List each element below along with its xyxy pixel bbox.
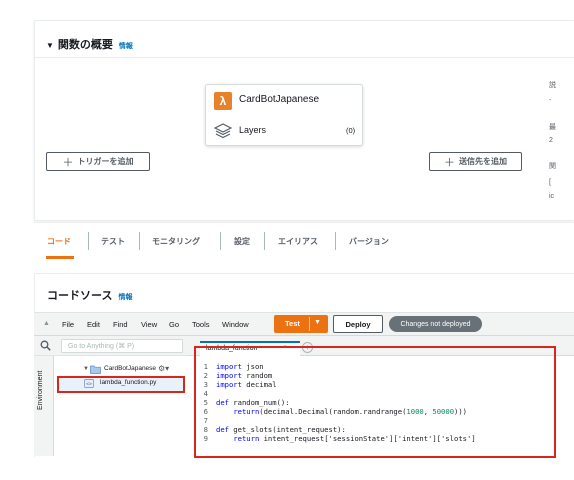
environment-label[interactable]: Environment: [37, 371, 44, 410]
menu-file[interactable]: File: [62, 320, 74, 329]
side-text-fragment: -: [549, 97, 552, 104]
plus-icon: ＋: [444, 156, 455, 169]
tab-separator: [88, 232, 89, 250]
side-text-fragment: [: [549, 179, 551, 186]
tab-separator: [264, 232, 265, 250]
test-button-divider: [309, 317, 310, 331]
lambda-icon: λ: [214, 92, 232, 110]
test-button-label: Test: [285, 319, 300, 328]
folder-label[interactable]: CardBotJapanese: [104, 365, 156, 372]
overview-info-link[interactable]: 情報: [119, 43, 133, 50]
layers-label[interactable]: Layers: [239, 125, 266, 135]
tab-test[interactable]: テスト: [101, 236, 125, 247]
menu-view[interactable]: View: [141, 320, 157, 329]
overview-divider: [34, 57, 574, 58]
menu-go[interactable]: Go: [169, 320, 179, 329]
menu-tools[interactable]: Tools: [192, 320, 210, 329]
svg-text:<>: <>: [86, 382, 92, 388]
menu-find[interactable]: Find: [113, 320, 128, 329]
side-text-fragment: ic: [549, 193, 555, 200]
side-text-fragment: 2: [549, 137, 553, 144]
layers-icon: [214, 123, 232, 139]
caret-down-icon[interactable]: ▼: [46, 41, 54, 50]
tab-separator: [335, 232, 336, 250]
tab-monitoring[interactable]: モニタリング: [152, 236, 200, 247]
search-icon: [40, 340, 51, 351]
code-source-title: コードソース: [47, 290, 113, 302]
tab-separator: [220, 232, 221, 250]
go-to-anything-input[interactable]: [61, 339, 183, 353]
add-destination-button[interactable]: ＋ 送信先を追加: [429, 152, 522, 171]
add-destination-label: 送信先を追加: [459, 157, 507, 166]
folder-icon: [90, 365, 101, 374]
plus-icon: ＋: [62, 156, 74, 169]
tab-code[interactable]: コード: [47, 236, 71, 247]
layers-count: (0): [346, 126, 356, 135]
function-name[interactable]: CardBotJapanese: [239, 94, 319, 105]
overview-header[interactable]: ▼ 関数の概要 情報: [46, 36, 133, 52]
menu-edit[interactable]: Edit: [87, 320, 100, 329]
side-text-fragment: 説: [549, 82, 556, 89]
tab-settings[interactable]: 設定: [234, 236, 250, 247]
status-badge: Changes not deployed: [389, 316, 482, 332]
python-file-icon: <>: [84, 379, 94, 388]
tab-versions[interactable]: バージョン: [349, 236, 389, 247]
add-trigger-label: トリガーを追加: [77, 157, 134, 166]
deploy-button[interactable]: Deploy: [333, 315, 383, 333]
tab-separator: [139, 232, 140, 250]
overview-title: 関数の概要: [57, 39, 113, 51]
side-text-fragment: 最: [549, 124, 556, 131]
code-source-info-link[interactable]: 情報: [118, 294, 132, 301]
menu-window[interactable]: Window: [222, 320, 249, 329]
caret-down-icon[interactable]: ▼: [83, 366, 89, 372]
gear-icon[interactable]: ⚙▾: [158, 364, 169, 373]
code-source-header: コードソース 情報: [47, 287, 132, 303]
highlight-frame: [194, 346, 556, 458]
active-tab-indicator: [46, 256, 74, 259]
tab-aliases[interactable]: エイリアス: [278, 236, 318, 247]
chevron-down-icon[interactable]: ▼: [314, 319, 321, 326]
file-label: lambda_function.py: [100, 379, 157, 386]
collapse-caret-icon[interactable]: ▲: [43, 320, 50, 327]
add-trigger-button[interactable]: ＋トリガーを追加: [46, 152, 150, 171]
side-text-fragment: 関: [549, 163, 556, 170]
